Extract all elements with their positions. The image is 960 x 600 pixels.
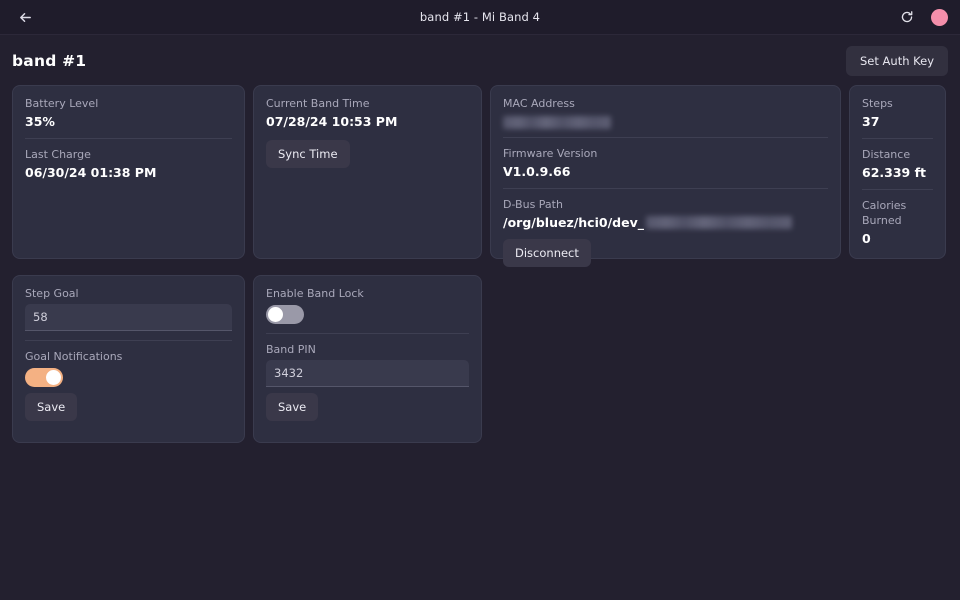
refresh-button[interactable] [897,7,917,27]
step-goal-input[interactable] [25,303,232,331]
current-band-time-field: Current Band Time 07/28/24 10:53 PM Sync… [266,97,469,176]
redacted-mac-block [503,115,611,129]
calories-burned-value: 0 [862,230,871,246]
enable-band-lock-label: Enable Band Lock [266,287,364,300]
redacted-dbus-block [645,216,792,230]
step-goal-label: Step Goal [25,287,79,300]
dbus-path-label: D-Bus Path [503,197,563,211]
band-pin-input[interactable] [266,359,469,387]
steps-field: Steps 37 [862,97,933,138]
toggle-knob [46,369,61,385]
distance-field: Distance 62.339 ft [862,138,933,189]
distance-label: Distance [862,148,911,162]
last-charge-label: Last Charge [25,148,91,162]
goal-notifications-field: Goal Notifications Save [25,339,232,429]
mac-address-field: MAC Address [503,97,828,137]
last-charge-field: Last Charge 06/30/24 01:38 PM [25,138,232,189]
card-grid: Battery Level 35% Last Charge 06/30/24 0… [0,85,960,443]
avatar[interactable] [931,8,948,26]
distance-value: 62.339 ft [862,164,927,180]
calories-burned-field: Calories Burned 0 [862,189,933,255]
current-band-time-label: Current Band Time [266,97,370,110]
toggle-knob [268,306,283,322]
dbus-path-prefix: /org/bluez/hci0/dev_ [503,214,644,230]
firmware-version-value: V1.0.9.66 [503,163,571,179]
activity-card: Steps 37 Distance 62.339 ft Calories Bur… [849,85,946,259]
battery-level-field: Battery Level 35% [25,97,232,138]
dbus-path-value: /org/bluez/hci0/dev_ [503,215,828,231]
step-goal-field: Step Goal [25,287,232,340]
titlebar: band #1 - Mi Band 4 [0,0,960,35]
steps-value: 37 [862,113,880,129]
device-info-card: MAC Address Firmware Version V1.0.9.66 D… [490,85,841,268]
step-goal-card: Step Goal Goal Notifications Save [12,275,245,443]
mac-address-label: MAC Address [503,97,575,110]
battery-level-value: 35% [25,113,55,129]
dbus-path-field: D-Bus Path /org/bluez/hci0/dev_ Disconne… [503,187,828,275]
last-charge-value: 06/30/24 01:38 PM [25,164,157,180]
battery-level-label: Battery Level [25,97,99,110]
firmware-version-label: Firmware Version [503,146,598,160]
back-button[interactable] [12,5,38,29]
arrow-left-icon [18,10,33,25]
band-pin-label: Band PIN [266,342,316,356]
band-time-card: Current Band Time 07/28/24 10:53 PM Sync… [253,85,482,259]
calories-burned-label: Calories Burned [862,199,907,228]
steps-label: Steps [862,97,893,110]
page-header: band #1 Set Auth Key [0,35,960,85]
goal-notifications-label: Goal Notifications [25,349,123,363]
step-goal-save-button[interactable]: Save [25,392,78,421]
refresh-icon [900,10,914,24]
goal-notifications-toggle[interactable] [25,367,63,387]
window-title: band #1 - Mi Band 4 [419,10,541,24]
band-pin-field: Band PIN Save [266,332,469,429]
sync-time-button[interactable]: Sync Time [266,140,350,169]
battery-card: Battery Level 35% Last Charge 06/30/24 0… [12,85,245,259]
titlebar-actions [897,7,948,27]
page-title: band #1 [12,52,87,70]
band-lock-save-button[interactable]: Save [266,392,319,421]
enable-band-lock-toggle[interactable] [266,304,304,324]
enable-band-lock-field: Enable Band Lock [266,287,469,333]
set-auth-key-button[interactable]: Set Auth Key [846,46,948,76]
disconnect-button[interactable]: Disconnect [503,239,591,268]
mac-address-value [503,114,828,129]
firmware-version-field: Firmware Version V1.0.9.66 [503,136,828,188]
band-lock-card: Enable Band Lock Band PIN Save [253,275,482,443]
current-band-time-value: 07/28/24 10:53 PM [266,113,398,129]
